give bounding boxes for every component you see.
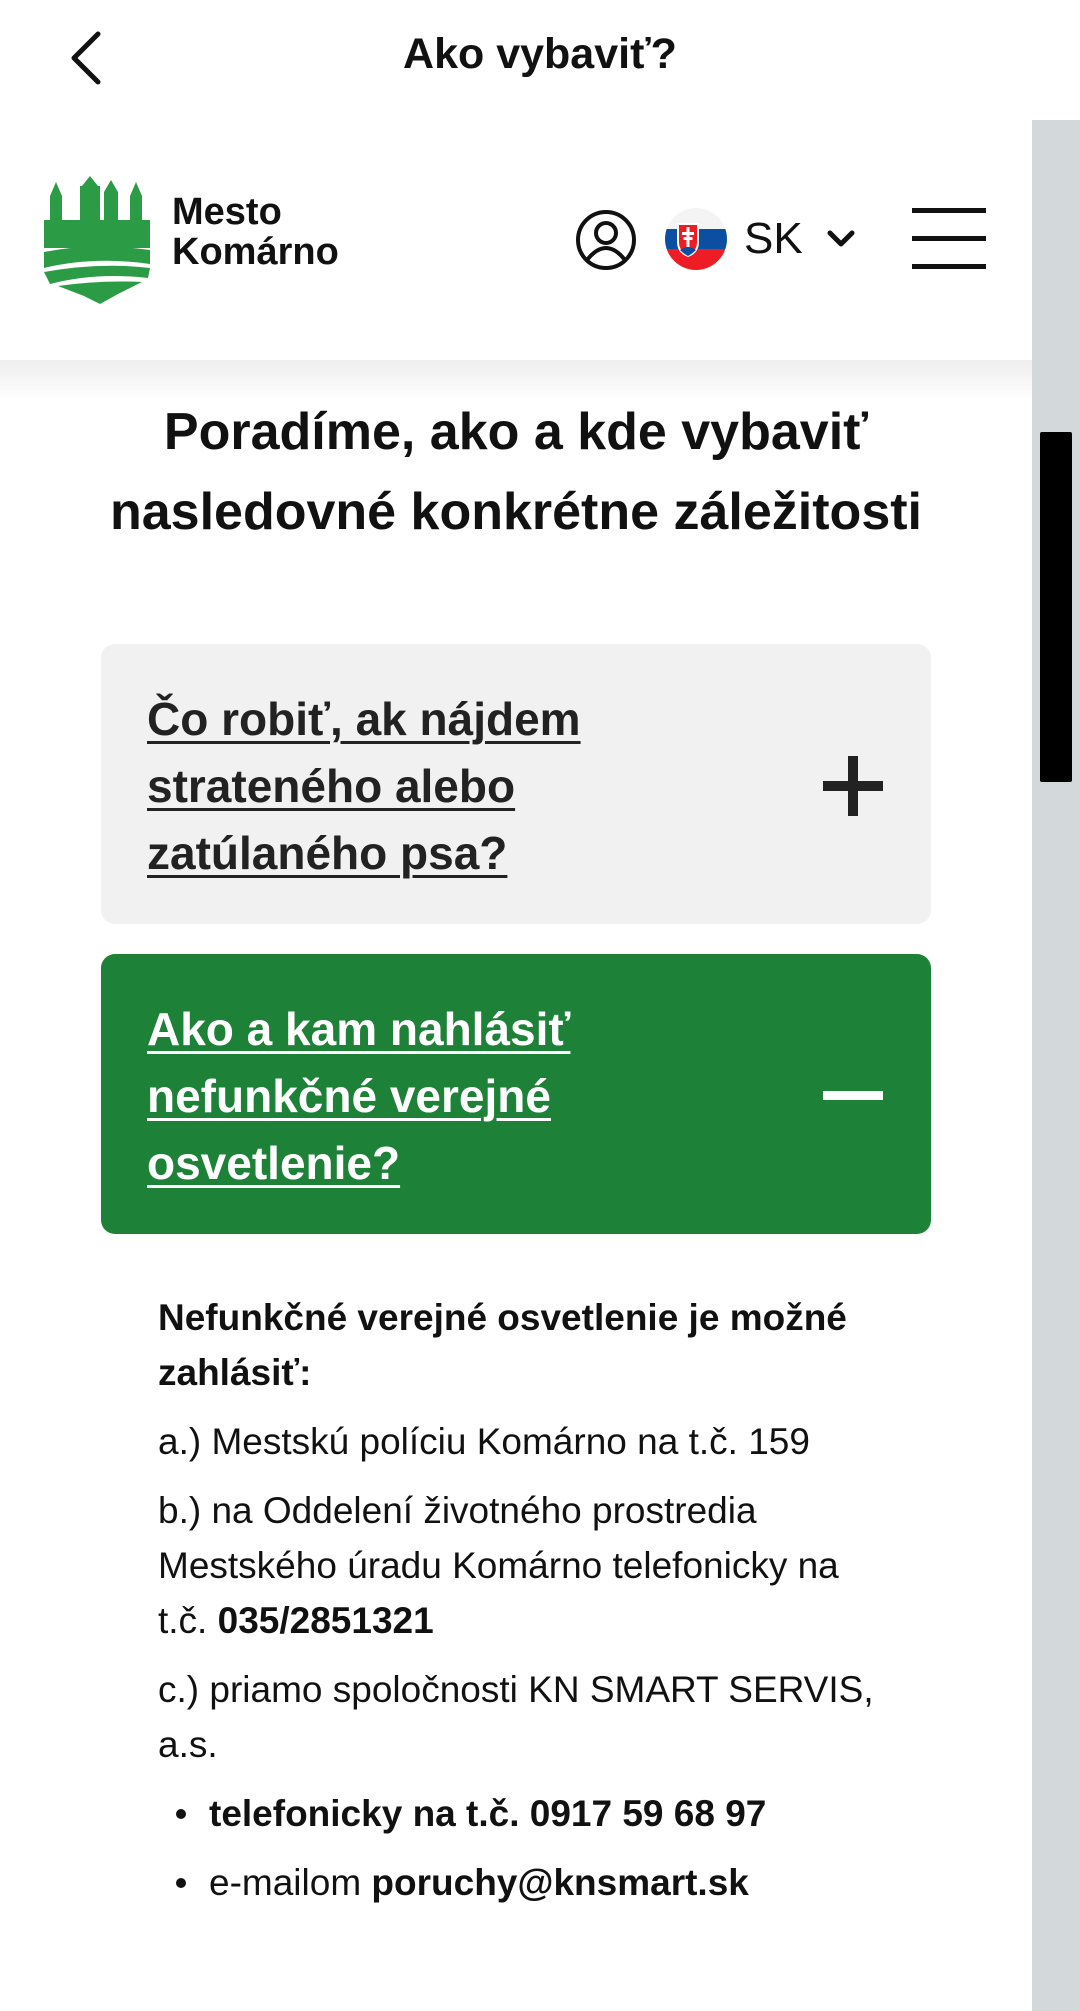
site-header: Mesto Komárno SK bbox=[0, 120, 1032, 360]
logo-text-line1: Mesto bbox=[172, 191, 282, 233]
scrollbar-track[interactable] bbox=[1032, 120, 1080, 2011]
content-lead: Nefunkčné verejné osvetlenie je možné za… bbox=[158, 1297, 847, 1393]
menu-button[interactable] bbox=[910, 204, 990, 274]
plus-icon[interactable] bbox=[823, 756, 883, 816]
contact-list: telefonicky na t.č. 0917 59 68 97 e-mail… bbox=[158, 1786, 878, 1910]
content-item-b: b.) na Oddelení životného prostredia Mes… bbox=[158, 1483, 878, 1648]
list-item: e-mailom poruchy@knsmart.sk bbox=[158, 1855, 878, 1910]
hamburger-menu-icon bbox=[912, 208, 986, 269]
scrollbar-thumb[interactable] bbox=[1040, 432, 1072, 782]
bullet-icon bbox=[176, 1809, 186, 1819]
logo-text-line2: Komárno bbox=[172, 231, 339, 273]
accordion-title[interactable]: Čo robiť, ak nájdem strateného alebo zat… bbox=[147, 686, 707, 887]
top-navigation-bar: Ako vybaviť? bbox=[0, 0, 1080, 120]
logo-text[interactable]: Mesto Komárno bbox=[172, 192, 339, 272]
accordion-item-street-lighting[interactable]: Ako a kam nahlásiť nefunkčné verejné osv… bbox=[101, 954, 931, 1234]
bullet-icon bbox=[176, 1878, 186, 1888]
phone-number-office[interactable]: 035/2851321 bbox=[218, 1600, 434, 1641]
content-item-a: a.) Mestskú políciu Komárno na t.č. 159 bbox=[158, 1421, 810, 1462]
web-content[interactable]: Mesto Komárno SK Poradíme, ako a kde vyb… bbox=[0, 120, 1032, 2011]
section-heading: Poradíme, ako a kde vybaviť nasledovné k… bbox=[109, 403, 923, 541]
slovak-flag-icon[interactable] bbox=[665, 208, 727, 270]
accordion-content: Nefunkčné verejné osvetlenie je možné za… bbox=[158, 1290, 878, 1924]
phone-number-servis[interactable]: telefonicky na t.č. 0917 59 68 97 bbox=[209, 1793, 766, 1834]
page-title: Ako vybaviť? bbox=[403, 30, 677, 78]
chevron-down-icon[interactable] bbox=[826, 226, 856, 252]
user-account-icon[interactable] bbox=[574, 208, 638, 272]
accordion-item-lost-dog[interactable]: Čo robiť, ak nájdem strateného alebo zat… bbox=[101, 644, 931, 924]
minus-icon[interactable] bbox=[823, 1066, 883, 1126]
list-item: telefonicky na t.č. 0917 59 68 97 bbox=[158, 1786, 878, 1841]
content-item-c: c.) priamo spoločnosti KN SMART SERVIS, … bbox=[158, 1669, 874, 1765]
komarno-logo[interactable] bbox=[44, 176, 150, 304]
language-label[interactable]: SK bbox=[744, 214, 803, 264]
email-prefix: e-mailom bbox=[209, 1862, 372, 1903]
email-link[interactable]: poruchy@knsmart.sk bbox=[371, 1862, 748, 1903]
accordion-title[interactable]: Ako a kam nahlásiť nefunkčné verejné osv… bbox=[147, 996, 707, 1197]
